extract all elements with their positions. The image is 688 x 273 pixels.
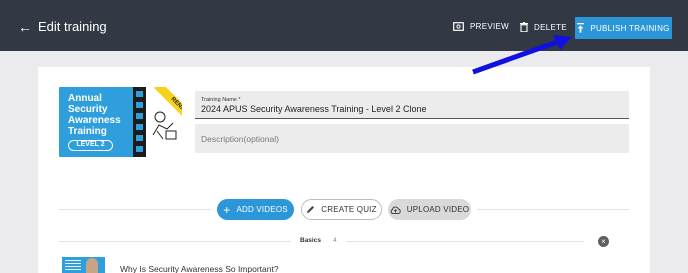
training-name-value: 2024 APUS Security Awareness Training - … [201, 104, 427, 114]
preview-icon [453, 22, 464, 31]
thumbnail-title: Annual Security Awareness Training [68, 93, 121, 137]
plus-icon: + [223, 202, 231, 217]
publish-training-button[interactable]: PUBLISH TRAINING [575, 17, 672, 39]
section-count: 4 [333, 237, 337, 244]
add-videos-button[interactable]: + ADD VIDEOS [217, 199, 294, 220]
divider-left [59, 209, 211, 210]
back-arrow-icon: ← [18, 18, 32, 35]
level-badge: LEVEL 2 [68, 140, 113, 151]
upload-video-label: UPLOAD VIDEO [406, 205, 470, 214]
top-bar: ← Edit training PREVIEW DELETE PUBLISH T… [0, 0, 688, 51]
remove-section-icon[interactable]: × [598, 236, 609, 247]
thumbnail-title-line: Training [68, 126, 107, 137]
presenter-image [86, 258, 98, 273]
section-title: Basics [300, 237, 321, 244]
trash-icon [520, 22, 528, 32]
section-divider-left [59, 241, 291, 242]
publish-icon [577, 23, 585, 33]
upload-video-button[interactable]: UPLOAD VIDEO [388, 199, 471, 220]
create-quiz-label: CREATE QUIZ [321, 205, 377, 214]
divider-right [477, 209, 629, 210]
preview-button[interactable]: PREVIEW [453, 22, 509, 31]
video-thumbnail-text-graphic [65, 260, 81, 270]
thumbnail-title-line: Security [68, 104, 108, 115]
preview-label: PREVIEW [470, 22, 509, 31]
delete-label: DELETE [534, 22, 567, 32]
delete-button[interactable]: DELETE [520, 22, 567, 32]
pencil-icon [307, 206, 315, 213]
training-thumbnail[interactable]: Annual Security Awareness Training LEVEL… [59, 87, 182, 157]
cloud-upload-icon [390, 206, 401, 214]
video-thumbnail[interactable] [62, 257, 105, 273]
add-videos-label: ADD VIDEOS [236, 205, 288, 214]
training-name-label: Training Name * [201, 97, 241, 103]
thumbnail-title-line: Awareness [68, 115, 121, 126]
back-button[interactable]: ← Edit training [18, 19, 107, 34]
publish-label: PUBLISH TRAINING [590, 23, 670, 33]
description-placeholder: Description(optional) [201, 134, 279, 144]
video-title: Why Is Security Awareness So Important? [120, 264, 279, 273]
page-title: Edit training [38, 19, 107, 34]
training-name-field[interactable]: Training Name * 2024 APUS Security Aware… [195, 91, 629, 119]
section-divider-right [346, 241, 584, 242]
thumbnail-title-line: Annual [68, 93, 102, 104]
create-quiz-button[interactable]: CREATE QUIZ [301, 199, 382, 220]
description-field[interactable]: Description(optional) [195, 124, 629, 153]
